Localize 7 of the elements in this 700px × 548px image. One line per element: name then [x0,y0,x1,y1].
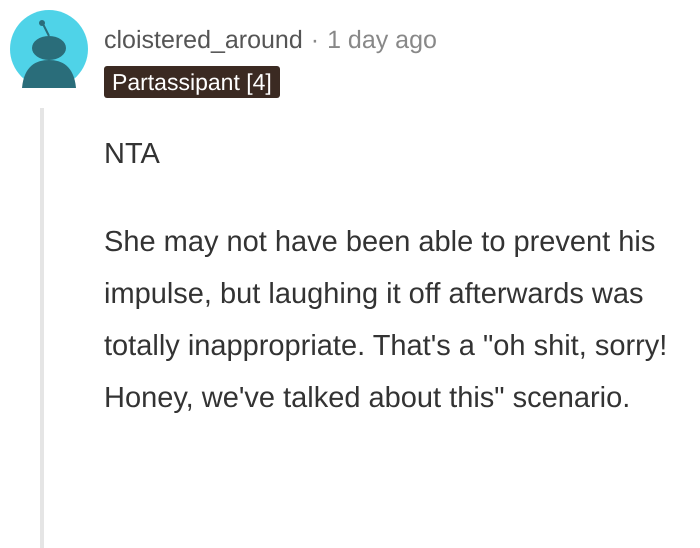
separator-dot: · [310,25,320,56]
comment-paragraph: NTA [104,136,161,172]
timestamp: 1 day ago [327,25,437,56]
username-link[interactable]: cloistered_around [104,22,303,60]
comment-paragraph: She may not have been able to prevent his impulse, but laughing it off afterwards was totally inappropriate. That's a "oh shit, sorry! Honey, we've talked about this" scenario. [104,224,668,416]
user-flair: Partassipant [4] [104,66,280,98]
avatar-icon [10,10,88,88]
